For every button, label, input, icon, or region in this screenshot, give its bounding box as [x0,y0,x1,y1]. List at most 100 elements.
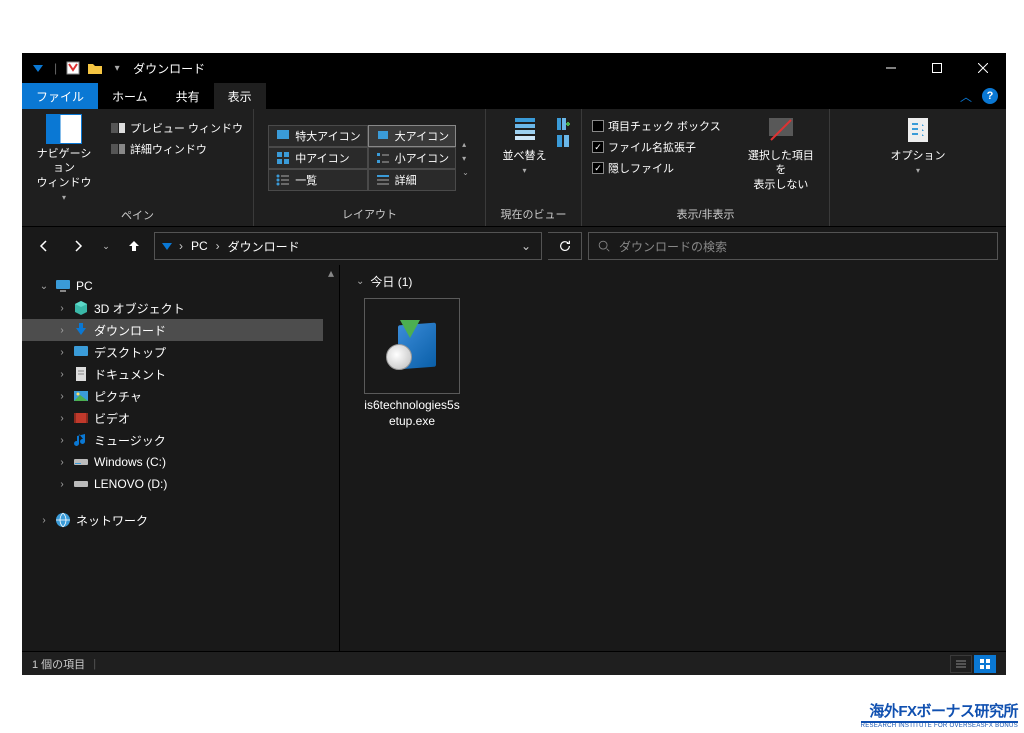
size-columns-icon[interactable] [555,133,571,149]
scroll-up-icon[interactable]: ▴ [323,265,339,281]
tree-drive-d[interactable]: ›LENOVO (D:) [22,473,339,495]
chevron-down-icon[interactable]: ⌄ [38,281,50,292]
chevron-right-icon[interactable]: › [56,347,68,358]
properties-icon[interactable] [65,60,81,76]
tree-drive-c[interactable]: ›Windows (C:) [22,451,339,473]
gallery-down-icon[interactable]: ▾ [460,152,471,165]
chevron-right-icon[interactable]: › [56,479,68,490]
layout-medium[interactable]: 中アイコン [268,147,367,169]
video-icon [72,409,90,427]
file-ext-toggle[interactable]: ファイル名拡張子 [586,137,727,157]
download-folder-icon [159,238,175,254]
tab-share[interactable]: 共有 [162,83,214,109]
details-pane-button[interactable]: 詳細ウィンドウ [104,139,249,159]
item-checkboxes-toggle[interactable]: 項目チェック ボックス [586,116,727,136]
preview-pane-button[interactable]: プレビュー ウィンドウ [104,118,249,138]
chevron-down-icon[interactable]: ⌄ [356,276,364,287]
layout-list[interactable]: 一覧 [268,169,367,191]
chevron-down-icon: ▾ [916,166,920,176]
refresh-button[interactable] [548,232,582,260]
address-bar: ⌄ › PC › ダウンロード ⌄ ダウンロードの検索 [22,227,1006,265]
close-button[interactable] [960,53,1006,83]
details-view-toggle[interactable] [950,655,972,673]
details-icon [375,172,391,188]
chevron-right-icon[interactable]: › [216,239,220,253]
tab-file[interactable]: ファイル [22,83,98,109]
l-icon [375,128,391,144]
search-box[interactable]: ダウンロードの検索 [588,232,998,260]
chevron-right-icon[interactable]: › [179,239,183,253]
gallery-up-icon[interactable]: ▴ [460,138,471,151]
tree-desktop[interactable]: ›デスクトップ [22,341,339,363]
nav-pane-button[interactable]: ナビゲーション ウィンドウ ▾ [26,112,102,205]
file-list[interactable]: ⌄ 今日 (1) is6technologies5setup.exe [340,265,1006,651]
help-icon[interactable]: ? [982,88,998,104]
navigation-tree[interactable]: ⌄ PC ›3D オブジェクト ›ダウンロード ›デスクトップ ›ドキュメント … [22,265,340,651]
ribbon: ナビゲーション ウィンドウ ▾ プレビュー ウィンドウ 詳細ウィンドウ ペイン [22,109,1006,227]
back-button[interactable] [30,232,58,260]
pc-icon [54,277,72,295]
hide-selected-button[interactable]: 選択した項目を 表示しない [737,112,825,194]
layout-group-label: レイアウト [258,204,481,226]
icons-view-toggle[interactable] [974,655,996,673]
chevron-right-icon[interactable]: › [56,391,68,402]
layout-small[interactable]: 小アイコン [368,147,456,169]
explorer-body: ⌄ PC ›3D オブジェクト ›ダウンロード ›デスクトップ ›ドキュメント … [22,265,1006,651]
breadcrumb-downloads[interactable]: ダウンロード [224,238,304,255]
collapse-ribbon-icon[interactable]: ︿ [960,88,972,105]
search-icon [597,239,611,253]
tree-music[interactable]: ›ミュージック [22,429,339,451]
sort-group-label: 現在のビュー [490,204,577,226]
breadcrumb-box[interactable]: › PC › ダウンロード ⌄ [154,232,542,260]
chevron-right-icon[interactable]: › [38,515,50,526]
recent-button[interactable]: ⌄ [98,232,114,260]
tree-downloads[interactable]: ›ダウンロード [22,319,339,341]
gallery-more-icon[interactable]: ⌄ [460,166,471,179]
layout-gallery[interactable]: 特大アイコン 大アイコン 中アイコン 小アイコン 一覧 詳細 [268,125,456,191]
layout-large[interactable]: 大アイコン [368,125,456,147]
tree-videos[interactable]: ›ビデオ [22,407,339,429]
tab-view[interactable]: 表示 [214,83,266,109]
document-icon [72,365,90,383]
add-columns-icon[interactable] [555,116,571,132]
layout-details[interactable]: 詳細 [368,169,456,191]
checkbox-checked-icon [592,162,604,174]
chevron-right-icon[interactable]: › [56,457,68,468]
chevron-right-icon[interactable]: › [56,413,68,424]
chevron-right-icon[interactable]: › [56,303,68,314]
preview-pane-icon [110,120,126,136]
customize-qat-icon[interactable]: ▾ [109,60,125,76]
sort-button[interactable]: 並べ替え ▾ [497,112,553,179]
tree-scrollbar[interactable]: ▴ [323,265,339,651]
window-controls [868,53,1006,83]
folder-icon[interactable] [87,60,103,76]
list-icon [275,172,291,188]
forward-button[interactable] [64,232,92,260]
quick-access-toolbar: | ▾ [22,60,125,76]
chevron-right-icon[interactable]: › [56,369,68,380]
tree-3d-objects[interactable]: ›3D オブジェクト [22,297,339,319]
checkbox-icon [592,120,604,132]
file-thumbnail [364,298,460,394]
tree-pc[interactable]: ⌄ PC [22,275,339,297]
maximize-button[interactable] [914,53,960,83]
down-arrow-icon[interactable] [30,60,46,76]
layout-extra-large[interactable]: 特大アイコン [268,125,367,147]
tab-home[interactable]: ホーム [98,83,162,109]
tree-documents[interactable]: ›ドキュメント [22,363,339,385]
tree-network[interactable]: › ネットワーク [22,509,339,531]
chevron-right-icon[interactable]: › [56,325,68,336]
ribbon-tabs: ファイル ホーム 共有 表示 ︿ ? [22,83,1006,109]
breadcrumb-pc[interactable]: PC [187,239,212,253]
minimize-button[interactable] [868,53,914,83]
address-dropdown-icon[interactable]: ⌄ [515,239,537,253]
network-icon [54,511,72,529]
chevron-right-icon[interactable]: › [56,435,68,446]
tree-pictures[interactable]: ›ピクチャ [22,385,339,407]
options-button[interactable]: オプション ▾ [885,112,952,179]
file-item[interactable]: is6technologies5setup.exe [362,298,462,429]
download-icon [72,321,90,339]
hidden-files-toggle[interactable]: 隠しファイル [586,158,727,178]
up-button[interactable] [120,232,148,260]
group-header-today[interactable]: ⌄ 今日 (1) [356,273,990,290]
